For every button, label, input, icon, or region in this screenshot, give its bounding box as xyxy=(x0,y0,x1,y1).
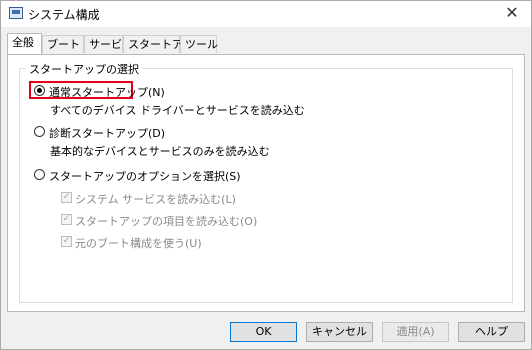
title-bar: システム構成 ✕ xyxy=(1,1,531,27)
tab-general[interactable]: 全般 xyxy=(7,33,42,54)
load-startup-items-label: スタートアップの項目を読み込む(O) xyxy=(75,215,258,228)
ok-button[interactable]: OK xyxy=(230,322,297,342)
system-config-icon xyxy=(9,7,23,19)
diagnostic-startup-description: 基本的なデバイスとサービスのみを読み込む xyxy=(50,145,270,158)
normal-startup-radio[interactable] xyxy=(34,85,45,96)
tab-startup[interactable]: スタートアップ xyxy=(123,35,205,53)
selective-startup-label: スタートアップのオプションを選択(S) xyxy=(49,170,241,183)
group-title: スタートアップの選択 xyxy=(26,61,142,77)
window-title: システム構成 xyxy=(28,8,100,22)
system-configuration-window: システム構成 ✕ 全般 ブート サービス スタートアップ ツール スタートアップ… xyxy=(0,0,532,350)
load-system-services-checkbox[interactable]: ✓ xyxy=(61,192,72,203)
load-startup-items-checkbox[interactable]: ✓ xyxy=(61,214,72,225)
tab-boot[interactable]: ブート xyxy=(42,35,84,53)
apply-button[interactable]: 適用(A) xyxy=(382,322,449,342)
use-original-boot-label: 元のブート構成を使う(U) xyxy=(75,237,202,250)
normal-startup-description: すべてのデバイス ドライバーとサービスを読み込む xyxy=(50,104,305,117)
help-button[interactable]: ヘルプ xyxy=(458,322,525,342)
diagnostic-startup-radio[interactable] xyxy=(34,126,45,137)
selective-startup-radio[interactable] xyxy=(34,169,45,180)
tab-services[interactable]: サービス xyxy=(84,35,133,53)
cancel-button[interactable]: キャンセル xyxy=(306,322,373,342)
button-bar: OK キャンセル 適用(A) ヘルプ xyxy=(1,312,531,349)
use-original-boot-checkbox[interactable]: ✓ xyxy=(61,236,72,247)
tab-tools[interactable]: ツール xyxy=(180,35,218,53)
close-button[interactable]: ✕ xyxy=(501,3,523,23)
diagnostic-startup-label: 診断スタートアップ(D) xyxy=(49,127,166,140)
load-system-services-label: システム サービスを読み込む(L) xyxy=(75,193,236,206)
normal-startup-label: 通常スタートアップ(N) xyxy=(49,86,165,99)
